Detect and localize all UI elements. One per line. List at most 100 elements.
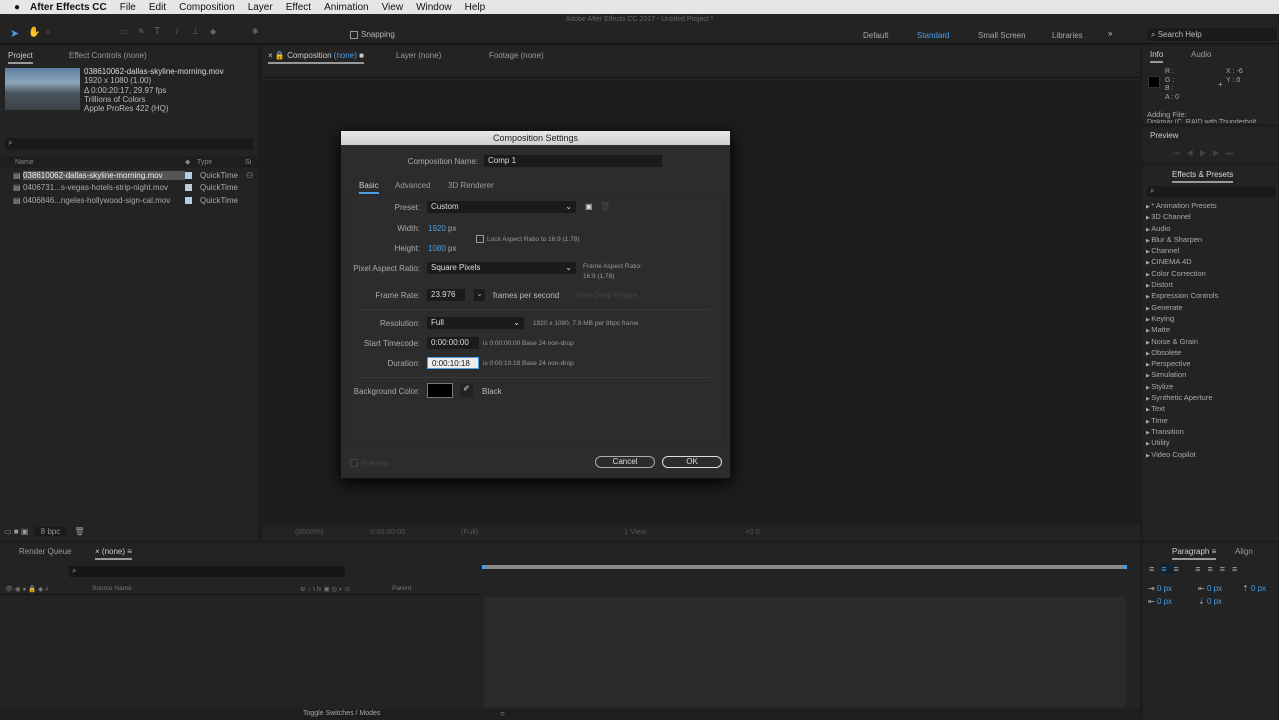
effect-category[interactable]: ▶ Audio xyxy=(1146,224,1218,235)
trash-icon[interactable]: 🗑 xyxy=(74,527,84,536)
more-workspaces-icon[interactable]: » xyxy=(1108,29,1112,38)
menu-file[interactable]: File xyxy=(120,2,136,13)
brush-tool-icon[interactable]: / xyxy=(176,27,178,36)
delete-preset-icon[interactable]: 🗑 xyxy=(600,202,610,211)
tab-render-queue[interactable]: Render Queue xyxy=(19,547,71,556)
menu-layer[interactable]: Layer xyxy=(248,2,273,13)
lock-aspect-checkbox[interactable] xyxy=(476,235,484,243)
tab-advanced[interactable]: Advanced xyxy=(395,181,431,190)
menu-view[interactable]: View xyxy=(382,2,404,13)
timeline-navigator[interactable] xyxy=(482,565,1127,569)
effect-category[interactable]: ▶ Channel xyxy=(1146,246,1218,257)
indent-left[interactable]: ⇥ 0 px xyxy=(1148,584,1172,593)
tab-timeline-none[interactable]: × (none) ≡ xyxy=(95,547,132,560)
comp-name-input[interactable]: Comp 1 xyxy=(484,155,662,167)
background-color-swatch[interactable] xyxy=(427,383,453,398)
effect-category[interactable]: ▶ Time xyxy=(1146,416,1218,427)
effects-search-input[interactable]: ⌕ xyxy=(1147,186,1275,197)
selection-tool-icon[interactable]: ➤ xyxy=(10,27,19,40)
zoom-slider[interactable]: ○ xyxy=(500,709,505,718)
new-comp-icon[interactable]: ▣ xyxy=(21,527,29,536)
effect-category[interactable]: ▶ Distort xyxy=(1146,280,1218,291)
preset-dropdown[interactable]: Custom⌄ xyxy=(427,201,576,213)
height-value[interactable]: 1080 px xyxy=(428,244,456,253)
effect-category[interactable]: ▶ Matte xyxy=(1146,325,1218,336)
menu-window[interactable]: Window xyxy=(416,2,452,13)
width-value[interactable]: 1920 px xyxy=(428,224,456,233)
pin-tool-icon[interactable]: ✱ xyxy=(252,27,259,36)
tab-project[interactable]: Project xyxy=(8,51,33,64)
column-type[interactable]: Type xyxy=(197,159,245,166)
effect-category[interactable]: ▶ Color Correction xyxy=(1146,269,1218,280)
tab-align[interactable]: Align xyxy=(1235,547,1253,556)
column-parent[interactable]: Parent xyxy=(392,585,411,592)
resolution-dropdown[interactable]: Full⌄ xyxy=(427,317,524,329)
magnification[interactable]: (6500%) xyxy=(295,524,323,540)
tab-audio[interactable]: Audio xyxy=(1191,50,1211,59)
effect-category[interactable]: ▶ * Animation Presets xyxy=(1146,201,1218,212)
views[interactable]: 1 View xyxy=(624,524,646,540)
menu-help[interactable]: Help xyxy=(465,2,486,13)
effect-category[interactable]: ▶ Obsolete xyxy=(1146,348,1218,359)
space-after[interactable]: ⇣ 0 px xyxy=(1198,597,1222,606)
workspace-default[interactable]: Default xyxy=(863,31,888,40)
alignment-buttons[interactable]: ≡≡≡ ≡≡≡≡ xyxy=(1149,564,1244,574)
menu-composition[interactable]: Composition xyxy=(179,2,235,13)
project-item[interactable]: ▤ 038610062-dallas-skyline-morning.mov Q… xyxy=(0,169,258,181)
effect-category[interactable]: ▶ Blur & Sharpen xyxy=(1146,235,1218,246)
effect-category[interactable]: ▶ Keying xyxy=(1146,314,1218,325)
save-preset-icon[interactable]: ▣ xyxy=(585,202,593,211)
workspace-standard[interactable]: Standard xyxy=(917,31,949,40)
playback-controls[interactable]: ⏮◀▶▶⏭ xyxy=(1173,149,1239,159)
frame-rate-input[interactable]: 23.976 xyxy=(427,289,465,301)
effect-category[interactable]: ▶ 3D Channel xyxy=(1146,212,1218,223)
toggle-switches-modes[interactable]: Toggle Switches / Modes xyxy=(303,710,380,717)
effect-category[interactable]: ▶ Perspective xyxy=(1146,359,1218,370)
start-timecode-input[interactable]: 0:00:00:00 xyxy=(427,337,479,349)
pen-tool-icon[interactable]: ✎ xyxy=(138,27,145,36)
effect-category[interactable]: ▶ CINEMA 4D xyxy=(1146,257,1218,268)
apple-icon[interactable]: ● xyxy=(14,2,20,13)
tab-paragraph[interactable]: Paragraph ≡ xyxy=(1172,547,1216,560)
tab-basic[interactable]: Basic xyxy=(359,181,379,194)
effect-category[interactable]: ▶ Video Copilot xyxy=(1146,450,1218,461)
effect-category[interactable]: ▶ Synthetic Aperture xyxy=(1146,393,1218,404)
indent-first[interactable]: ⇤ 0 px xyxy=(1198,584,1222,593)
column-source-name[interactable]: Source Name xyxy=(92,585,132,592)
resolution[interactable]: (Full) xyxy=(461,524,478,540)
effect-category[interactable]: ▶ Simulation xyxy=(1146,370,1218,381)
bpc-button[interactable]: 8 bpc xyxy=(35,527,67,536)
effect-category[interactable]: ▶ Utility xyxy=(1146,438,1218,449)
tab-footage[interactable]: Footage (none) xyxy=(489,51,544,60)
tab-layer[interactable]: Layer (none) xyxy=(396,51,441,60)
tab-effect-controls[interactable]: Effect Controls (none) xyxy=(69,51,147,60)
menu-app[interactable]: After Effects CC xyxy=(30,2,107,13)
column-name[interactable]: Name xyxy=(15,159,185,166)
effect-category[interactable]: ▶ Stylize xyxy=(1146,382,1218,393)
menu-edit[interactable]: Edit xyxy=(149,2,166,13)
workspace-libraries[interactable]: Libraries xyxy=(1052,31,1083,40)
snapping-checkbox[interactable] xyxy=(350,31,358,39)
frame-rate-dropdown[interactable]: ⌄ xyxy=(474,289,485,301)
effect-category[interactable]: ▶ Expression Controls xyxy=(1146,291,1218,302)
effect-category[interactable]: ▶ Transition xyxy=(1146,427,1218,438)
eyedropper-icon[interactable]: ✐ xyxy=(460,384,473,397)
menu-animation[interactable]: Animation xyxy=(324,2,368,13)
effect-category[interactable]: ▶ Generate xyxy=(1146,303,1218,314)
duration-input[interactable]: 0:00:10:18 xyxy=(427,357,479,369)
new-folder-icon[interactable]: ■ xyxy=(14,527,19,536)
menu-effect[interactable]: Effect xyxy=(286,2,311,13)
effect-category[interactable]: ▶ Noise & Grain xyxy=(1146,337,1218,348)
shape-tool-icon[interactable]: ▭ xyxy=(120,27,128,36)
column-size[interactable]: Si xyxy=(245,159,251,166)
project-search-input[interactable]: ⌕ xyxy=(5,138,253,150)
ok-button[interactable]: OK xyxy=(662,456,722,468)
effect-category[interactable]: ▶ Text xyxy=(1146,404,1218,415)
tab-info[interactable]: Info xyxy=(1150,50,1163,63)
cancel-button[interactable]: Cancel xyxy=(595,456,655,468)
current-time[interactable]: 0:00:00:00 xyxy=(370,524,405,540)
zoom-tool-icon[interactable]: ⌕ xyxy=(46,27,50,37)
timeline-search-input[interactable]: ⌕ xyxy=(69,566,345,577)
tab-3d-renderer[interactable]: 3D Renderer xyxy=(448,181,494,190)
exposure[interactable]: +0.0 xyxy=(745,524,760,540)
